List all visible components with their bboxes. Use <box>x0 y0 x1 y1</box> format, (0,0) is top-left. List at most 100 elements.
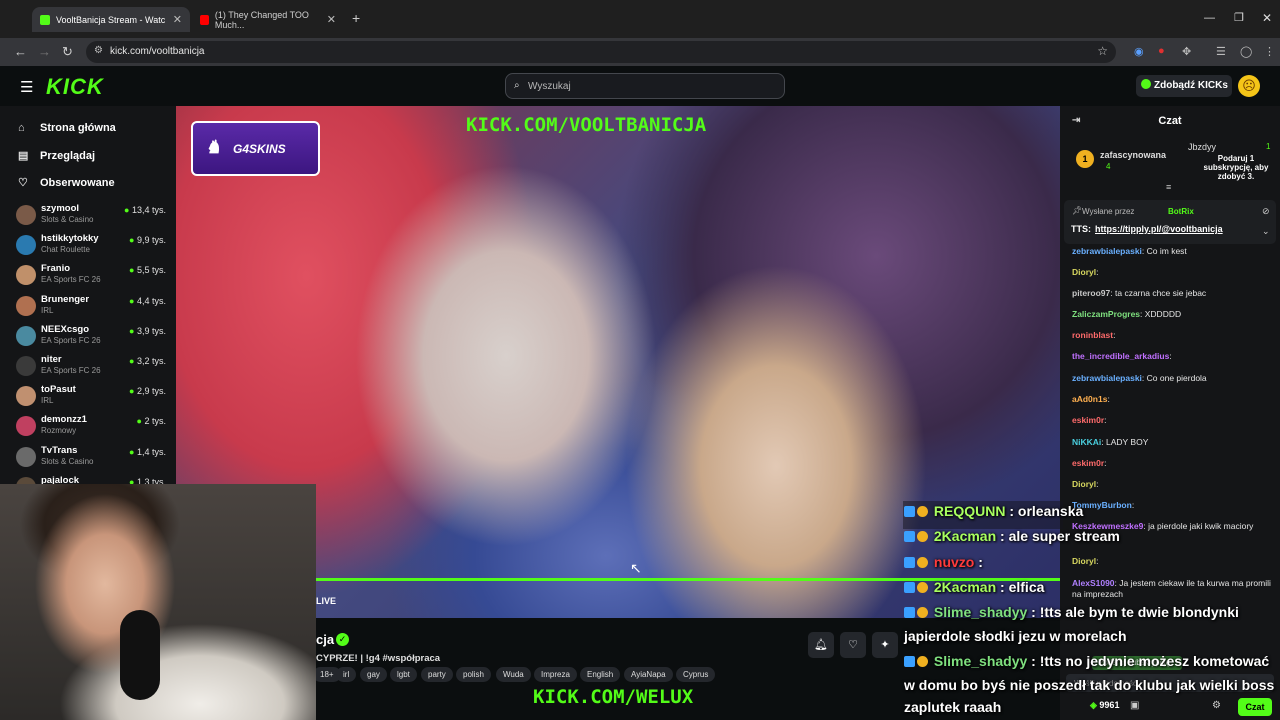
channel-points[interactable]: ◈ 9961 <box>1090 700 1119 711</box>
channel-name[interactable]: cja <box>316 632 334 647</box>
chat-message: Dioryl: <box>1072 556 1272 567</box>
tag[interactable]: Wuda <box>496 667 531 682</box>
sidebar-channel[interactable]: szymoolSlots & Casino 13,4 tys. <box>16 202 172 230</box>
gift-icon[interactable]: ▣ <box>1130 700 1139 711</box>
gifter-name[interactable]: zafascynowana <box>1100 150 1166 160</box>
close-tab-icon[interactable]: ✕ <box>327 13 336 26</box>
overlay-text: : elfica <box>996 579 1045 595</box>
tag[interactable]: polish <box>456 667 491 682</box>
filter-icon[interactable]: ≡ <box>1166 182 1171 192</box>
site-info-icon[interactable]: ⚙ <box>94 45 103 56</box>
reading-list-icon[interactable]: ☰ <box>1216 45 1226 58</box>
sidebar-item-browse[interactable]: ▤ Przeglądaj <box>18 149 95 162</box>
sidebar-channel[interactable]: toPasutIRL 2,9 tys. <box>16 383 172 411</box>
home-icon: ⌂ <box>18 122 25 134</box>
back-icon[interactable]: ← <box>14 44 27 59</box>
chat-username[interactable]: roninblast <box>1072 330 1113 340</box>
verified-icon: ✓ <box>336 633 349 646</box>
bookmark-star-icon[interactable]: ☆ <box>1097 44 1108 58</box>
address-bar[interactable]: ⚙ kick.com/vooltbanicja ☆ <box>86 41 1116 63</box>
kick-logo[interactable]: KICK <box>46 74 104 100</box>
lion-icon: ♞ <box>205 137 222 157</box>
badge-icon <box>904 656 915 667</box>
chat-username[interactable]: the_incredible_arkadius <box>1072 351 1169 361</box>
chat-username[interactable]: eskim0r <box>1072 458 1104 468</box>
close-window-icon[interactable]: ✕ <box>1262 11 1272 25</box>
chevron-down-icon[interactable]: ⌄ <box>1262 226 1270 237</box>
tag[interactable]: AyiaNapa <box>624 667 673 682</box>
chat-username[interactable]: Dioryl <box>1072 267 1096 277</box>
menu-icon[interactable]: ⋮ <box>1264 45 1275 58</box>
chat-text: : <box>1096 556 1099 566</box>
tag[interactable]: lgbt <box>390 667 417 682</box>
tag[interactable]: Cyprus <box>676 667 716 682</box>
tag[interactable]: irl <box>336 667 357 682</box>
stream-watermark-bottom: KICK.COM/WELUX <box>533 686 694 708</box>
chat-username[interactable]: zebrawbialepaski <box>1072 373 1142 383</box>
minimize-icon[interactable]: — <box>1204 12 1215 24</box>
notification-bell-button[interactable]: 🔔︎ <box>808 632 834 658</box>
overlay-chat-line: 2Kacman : elfica <box>904 579 1044 596</box>
tag[interactable]: English <box>580 667 621 682</box>
hamburger-menu-icon[interactable]: ☰ <box>20 78 33 96</box>
chat-username[interactable]: ZaliczamProgres <box>1072 309 1140 319</box>
overlay-text: : ale super stream <box>996 528 1120 544</box>
chat-text: : ta czarna chce sie jebac <box>1110 288 1207 298</box>
tag[interactable]: Impreza <box>534 667 577 682</box>
close-tab-icon[interactable]: ✕ <box>173 13 182 26</box>
restore-icon[interactable]: ❐ <box>1234 11 1244 24</box>
chat-username[interactable]: zebrawbialepaski <box>1072 246 1142 256</box>
browser-tab[interactable]: (1) They Changed TOO Much... ✕ <box>192 7 344 32</box>
sidebar-item-following[interactable]: ♡ Obserwowane <box>18 176 115 189</box>
sidebar-channel[interactable]: niterEA Sports FC 26 3,2 tys. <box>16 353 172 381</box>
sidebar-channel[interactable]: NEEXcsgoEA Sports FC 26 3,9 tys. <box>16 323 172 351</box>
collapse-chat-icon[interactable]: ⇥ <box>1072 115 1080 126</box>
chat-username[interactable]: Dioryl <box>1072 479 1096 489</box>
user-avatar[interactable]: ☹ <box>1238 75 1260 97</box>
overlay-username: 2Kacman <box>933 579 997 595</box>
overlay-username: Slime_shadyy <box>933 653 1028 669</box>
gifter-name[interactable]: Jbzdyy <box>1188 142 1216 152</box>
sidebar-item-home[interactable]: ⌂ Strona główna <box>18 122 116 134</box>
chat-message: Dioryl: <box>1072 267 1272 278</box>
heart-icon: ♡ <box>848 639 858 651</box>
chat-username[interactable]: Dioryl <box>1072 556 1096 566</box>
sidebar-channel[interactable]: TvTransSlots & Casino 1,4 tys. <box>16 444 172 472</box>
chat-username[interactable]: NiKKAi <box>1072 437 1101 447</box>
sidebar-channel[interactable]: FranioEA Sports FC 26 5,5 tys. <box>16 262 172 290</box>
tag[interactable]: gay <box>360 667 387 682</box>
overlay-chat-line: nuvzo : <box>904 554 983 571</box>
new-tab-icon[interactable]: + <box>352 10 360 26</box>
search-input[interactable]: ⌕ Wyszukaj <box>505 73 785 99</box>
sidebar-channel[interactable]: hstikkytokkyChat Roulette 9,9 tys. <box>16 232 172 260</box>
reload-icon[interactable]: ↻ <box>62 44 73 60</box>
tag[interactable]: party <box>421 667 453 682</box>
chat-username[interactable]: piteroo97 <box>1072 288 1110 298</box>
browser-tab-active[interactable]: VooltBanicja Stream - Watc ✕ <box>32 7 190 32</box>
overlay-username: 2Kacman <box>933 528 997 544</box>
channel-category: EA Sports FC 26 <box>41 275 101 285</box>
send-chat-button[interactable]: Czat <box>1238 698 1272 716</box>
channel-name: szymool <box>41 203 80 214</box>
chat-username[interactable]: AlexS1090 <box>1072 578 1115 588</box>
get-kicks-button[interactable]: Zdobądź KICKs <box>1136 75 1232 97</box>
chat-username[interactable]: eskim0r <box>1072 415 1104 425</box>
profile-icon[interactable]: ◯ <box>1240 45 1252 58</box>
extension-icon[interactable]: ● <box>1158 45 1165 57</box>
unpin-icon[interactable]: ⊘ <box>1262 206 1270 217</box>
chat-username[interactable]: aAd0n1s <box>1072 394 1107 404</box>
extensions-puzzle-icon[interactable]: ✥ <box>1182 45 1191 58</box>
pinned-link[interactable]: https://tipply.pl/@vooltbanicja <box>1095 224 1223 234</box>
viewer-count: 2,9 tys. <box>129 386 166 396</box>
sidebar-channel[interactable]: BrunengerIRL 4,4 tys. <box>16 293 172 321</box>
follow-button[interactable]: ♡ <box>840 632 866 658</box>
extension-icon[interactable]: ◉ <box>1134 45 1144 58</box>
gift-note: Podaruj 1 subskrypcję, aby zdobyć 3. <box>1203 154 1269 181</box>
sparkle-icon: ✦ <box>880 639 890 651</box>
settings-gear-icon[interactable]: ⚙ <box>1212 700 1221 711</box>
sidebar-channel[interactable]: demonzz1Rozmowy 2 tys. <box>16 413 172 441</box>
forward-icon[interactable]: → <box>38 44 51 59</box>
chat-text: : LADY BOY <box>1101 437 1149 447</box>
pinned-by-user[interactable]: BotRix <box>1168 207 1194 216</box>
more-button[interactable]: ✦ <box>872 632 898 658</box>
